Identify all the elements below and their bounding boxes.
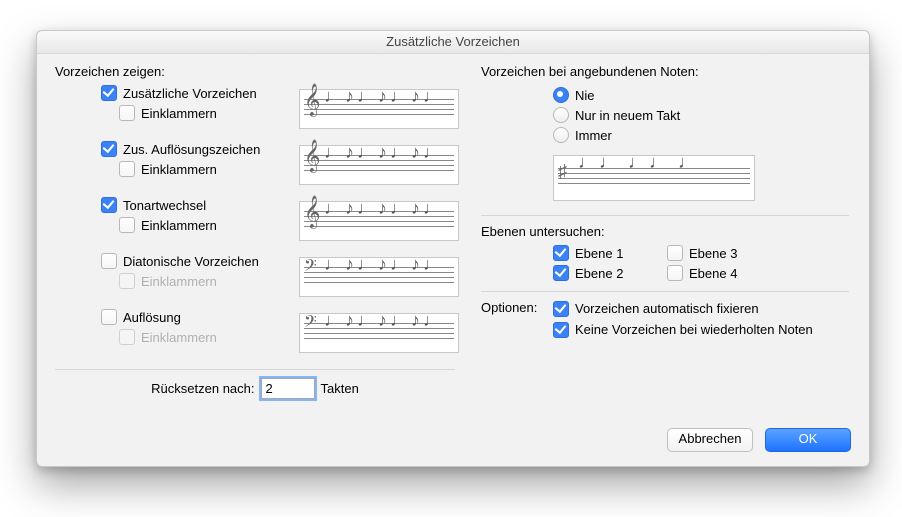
layer-3[interactable]: Ebene 2 — [553, 265, 649, 281]
optflag-1[interactable]: Keine Vorzeichen bei wiederholten Noten — [553, 321, 813, 338]
checkbox-icon — [553, 265, 569, 281]
layer-1[interactable]: Ebene 1 — [553, 245, 649, 261]
treble-clef-icon: 𝄞 — [304, 143, 321, 171]
tied-radio-1[interactable]: Nur in neuem Takt — [553, 105, 849, 125]
layer-2-label: Ebene 3 — [689, 246, 737, 261]
option-0-bracket-label: Einklammern — [141, 106, 217, 121]
radio-icon — [553, 127, 569, 143]
checkbox-icon — [101, 309, 117, 325]
notation-preview-4: 𝄢 ♩♪♩♪♩♪♩ — [299, 313, 459, 353]
optflag-0[interactable]: Vorzeichen automatisch fixieren — [553, 300, 759, 317]
tied-radio-2[interactable]: Immer — [553, 125, 849, 145]
option-2-bracket-label: Einklammern — [141, 218, 217, 233]
tied-radio-1-label: Nur in neuem Takt — [575, 108, 680, 123]
notes-icon: ♩♪♩♪♩♪♩ — [324, 310, 456, 331]
tied-radio-0[interactable]: Nie — [553, 85, 849, 105]
checkbox-icon — [101, 85, 117, 101]
option-4[interactable]: Auflösung — [101, 309, 181, 325]
treble-clef-icon: 𝄞 — [304, 87, 321, 115]
notes-icon: ♩♪♩♪♩♪♩ — [324, 86, 456, 107]
checkbox-icon — [553, 245, 569, 261]
divider — [481, 215, 849, 216]
reset-label: Rücksetzen nach: — [151, 381, 254, 396]
notes-icon: ♩♪♩♪♩♪♩ — [324, 142, 456, 163]
option-1-bracket[interactable]: Einklammern — [119, 161, 217, 177]
checkbox-icon — [119, 273, 135, 289]
option-4-label: Auflösung — [123, 310, 181, 325]
option-1[interactable]: Zus. Auflösungszeichen — [101, 141, 260, 157]
tied-radio-2-label: Immer — [575, 128, 612, 143]
reset-unit: Takten — [321, 381, 359, 396]
checkbox-icon — [101, 141, 117, 157]
notation-preview-2: 𝄞♩♪♩♪♩♪♩ — [299, 201, 459, 241]
option-2-label: Tonartwechsel — [123, 198, 206, 213]
checkbox-icon — [553, 322, 569, 338]
checkbox-icon — [667, 245, 683, 261]
option-1-bracket-label: Einklammern — [141, 162, 217, 177]
checkbox-icon — [553, 301, 569, 317]
option-3-label: Diatonische Vorzeichen — [123, 254, 259, 269]
notation-preview-0: 𝄞♩♪♩♪♩♪♩ — [299, 89, 459, 129]
optflag-1-label: Keine Vorzeichen bei wiederholten Noten — [575, 322, 813, 337]
treble-clef-icon: 𝄞 — [304, 199, 321, 227]
section-tied-notes: Vorzeichen bei angebundenen Noten: — [481, 64, 849, 79]
dialog-accidentals: Zusätzliche Vorzeichen Vorzeichen zeigen… — [36, 30, 870, 467]
option-4-bracket: Einklammern — [119, 329, 217, 345]
layer-3-label: Ebene 2 — [575, 266, 623, 281]
section-options: Optionen: — [481, 300, 553, 342]
cancel-button[interactable]: Abbrechen — [667, 428, 753, 452]
notation-preview-1: 𝄞♩♪♩♪♩♪♩ — [299, 145, 459, 185]
bass-clef-icon: 𝄢 — [304, 258, 317, 278]
option-3-bracket-label: Einklammern — [141, 274, 217, 289]
checkbox-icon — [119, 105, 135, 121]
divider — [55, 369, 455, 370]
tied-radio-0-label: Nie — [575, 88, 595, 103]
notes-icon: ♩♪♩♪♩♪♩ — [324, 254, 456, 275]
checkbox-icon — [119, 161, 135, 177]
option-1-label: Zus. Auflösungszeichen — [123, 142, 260, 157]
divider — [481, 291, 849, 292]
section-show-accidentals: Vorzeichen zeigen: — [55, 64, 455, 79]
option-2-bracket[interactable]: Einklammern — [119, 217, 217, 233]
option-3[interactable]: Diatonische Vorzeichen — [101, 253, 259, 269]
layer-2[interactable]: Ebene 3 — [667, 245, 763, 261]
treble-clef-icon: ♯ — [558, 162, 567, 180]
option-2[interactable]: Tonartwechsel — [101, 197, 206, 213]
notation-tied: ♯ ♩♩ ♩♩ ♩ — [553, 155, 755, 201]
checkbox-icon — [667, 265, 683, 281]
notes-icon: ♩♪♩♪♩♪♩ — [324, 198, 456, 219]
layer-4[interactable]: Ebene 4 — [667, 265, 763, 281]
radio-icon — [553, 107, 569, 123]
ok-button[interactable]: OK — [765, 428, 851, 452]
option-3-bracket: Einklammern — [119, 273, 217, 289]
option-4-bracket-label: Einklammern — [141, 330, 217, 345]
dialog-title: Zusätzliche Vorzeichen — [37, 31, 869, 54]
layer-1-label: Ebene 1 — [575, 246, 623, 261]
checkbox-icon — [119, 329, 135, 345]
checkbox-icon — [101, 253, 117, 269]
optflag-0-label: Vorzeichen automatisch fixieren — [575, 301, 759, 316]
option-0[interactable]: Zusätzliche Vorzeichen — [101, 85, 257, 101]
radio-icon — [553, 87, 569, 103]
section-layers: Ebenen untersuchen: — [481, 224, 849, 239]
reset-input[interactable] — [261, 378, 315, 399]
option-0-bracket[interactable]: Einklammern — [119, 105, 217, 121]
checkbox-icon — [101, 197, 117, 213]
option-0-label: Zusätzliche Vorzeichen — [123, 86, 257, 101]
layer-4-label: Ebene 4 — [689, 266, 737, 281]
bass-clef-icon: 𝄢 — [304, 314, 317, 334]
checkbox-icon — [119, 217, 135, 233]
notation-preview-3: 𝄢 ♩♪♩♪♩♪♩ — [299, 257, 459, 297]
